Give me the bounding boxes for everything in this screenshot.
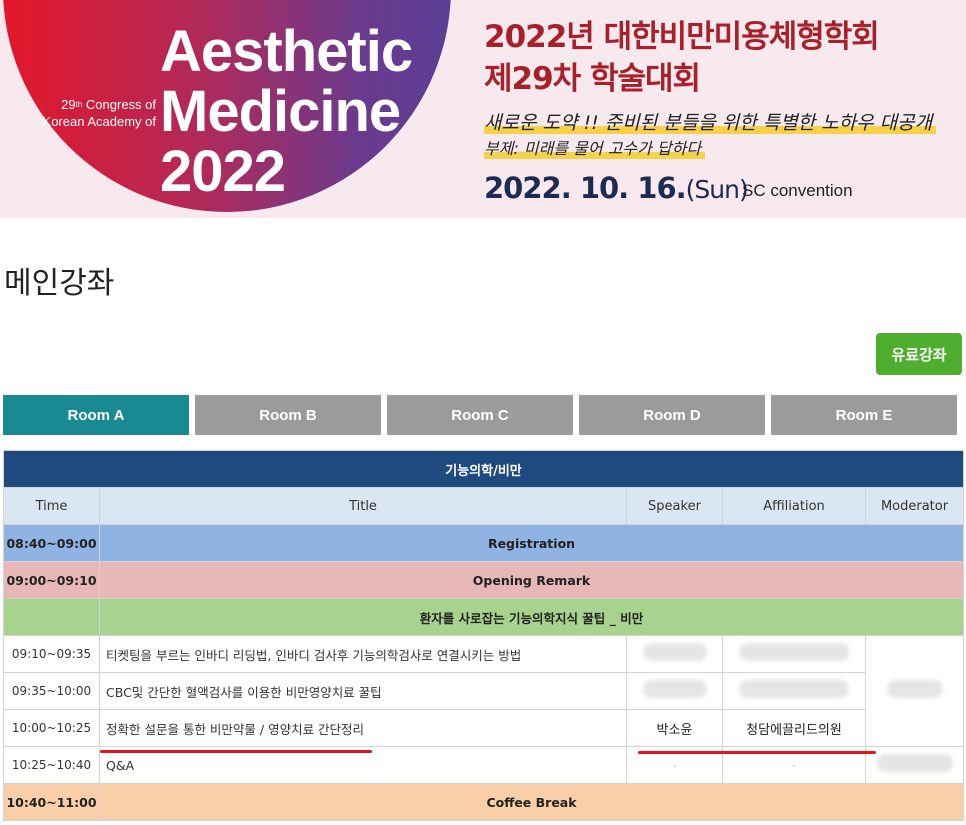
page-title: 메인강좌	[4, 266, 115, 301]
room-tabs: Room A Room B Room C Room D Room E	[3, 395, 963, 435]
session-label: 환자를 사로잡는 기능의학지식 꿀팁 _ 비만	[98, 598, 965, 636]
registration-row: 08:40~09:00 Registration	[3, 524, 965, 562]
banner-date: 2022. 10. 16.(Sun)	[484, 171, 749, 205]
coffee-break-row: 10:40~11:00 Coffee Break	[3, 783, 965, 821]
lecture-title: CBC및 간단한 혈액검사를 이용한 비만영양치료 꿀팁	[99, 672, 627, 710]
paid-lecture-button[interactable]: 유료강좌	[876, 333, 962, 375]
lecture-time: 10:25~10:40	[3, 746, 100, 784]
column-header-title: Title	[99, 487, 627, 525]
banner-korean-title: 2022년 대한비만미용체형학회 제29차 학술대회	[484, 19, 880, 97]
tab-room-d[interactable]: Room D	[579, 395, 765, 435]
lecture-affiliation-redacted	[722, 635, 866, 673]
banner-venue: SC convention	[742, 181, 853, 200]
tab-room-e[interactable]: Room E	[771, 395, 957, 435]
schedule-table: 기능의학/비만 Time Title Speaker Affiliation M…	[2, 450, 965, 821]
column-header-row: Time Title Speaker Affiliation Moderator	[3, 487, 965, 525]
banner-congress-text: 29th Congress of Korean Academy of	[42, 97, 156, 129]
lecture-affiliation-redacted	[722, 672, 866, 710]
category-header: 기능의학/비만	[2, 450, 965, 488]
moderator-redacted	[864, 635, 965, 747]
banner-subtitle-2: 부제: 미래를 물어 고수가 답하다	[484, 137, 706, 161]
speaker-underline-annotation	[638, 751, 876, 754]
session-time-empty	[3, 598, 100, 636]
opening-time: 09:00~09:10	[3, 561, 100, 599]
column-header-speaker: Speaker	[626, 487, 723, 525]
tab-room-b[interactable]: Room B	[195, 395, 381, 435]
coffee-break-time: 10:40~11:00	[3, 783, 100, 821]
lecture-speaker-redacted	[626, 672, 723, 710]
lecture-title: 티켓팅을 부르는 인바디 리딩법, 인바디 검사후 기능의학검사로 연결시키는 …	[99, 635, 627, 673]
banner-main-title: Aesthetic Medicine 2022	[160, 19, 413, 204]
lecture-speaker: 박소윤	[626, 709, 723, 747]
lecture-time: 10:00~10:25	[3, 709, 100, 747]
lecture-time: 09:10~09:35	[3, 635, 100, 673]
tab-room-a[interactable]: Room A	[3, 395, 189, 435]
coffee-break-label: Coffee Break	[98, 783, 965, 821]
banner-subtitle: 새로운 도약 !! 준비된 분들을 위한 특별한 노하우 대공개	[484, 110, 937, 136]
table-row: 09:35~10:00 CBC및 간단한 혈액검사를 이용한 비만영양치료 꿀팁	[3, 672, 964, 710]
lecture-time: 09:35~10:00	[3, 672, 100, 710]
opening-label: Opening Remark	[98, 561, 965, 599]
registration-time: 08:40~09:00	[3, 524, 100, 562]
moderator-redacted	[864, 746, 965, 784]
registration-label: Registration	[98, 524, 965, 562]
lecture-affiliation: 청담에끌리드의원	[722, 709, 866, 747]
opening-row: 09:00~09:10 Opening Remark	[3, 561, 965, 599]
table-row: 10:00~10:25 정확한 설문을 통한 비만약물 / 영양치료 간단정리 …	[3, 709, 964, 747]
title-underline-annotation	[100, 750, 372, 753]
lecture-title: 정확한 설문을 통한 비만약물 / 영양치료 간단정리	[99, 709, 627, 747]
lecture-speaker-redacted	[626, 635, 723, 673]
column-header-affiliation: Affiliation	[722, 487, 866, 525]
session-row: 환자를 사로잡는 기능의학지식 꿀팁 _ 비만	[3, 598, 965, 636]
column-header-time: Time	[3, 487, 100, 525]
tab-room-c[interactable]: Room C	[387, 395, 573, 435]
column-header-moderator: Moderator	[864, 487, 965, 525]
event-banner: 29th Congress of Korean Academy of Aesth…	[0, 0, 966, 218]
table-row: 09:10~09:35 티켓팅을 부르는 인바디 리딩법, 인바디 검사후 기능…	[3, 635, 965, 747]
